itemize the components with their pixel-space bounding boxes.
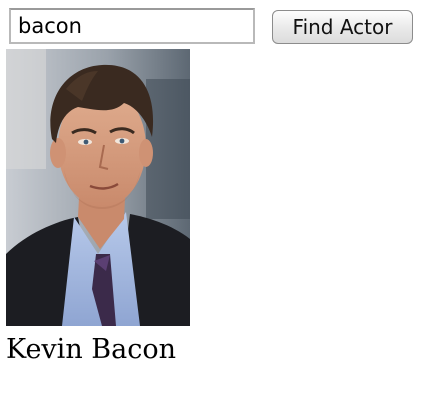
find-actor-button[interactable]: Find Actor	[272, 10, 413, 44]
actor-search-input[interactable]	[9, 8, 255, 44]
actor-name: Kevin Bacon	[6, 334, 176, 365]
actor-photo	[6, 49, 190, 326]
